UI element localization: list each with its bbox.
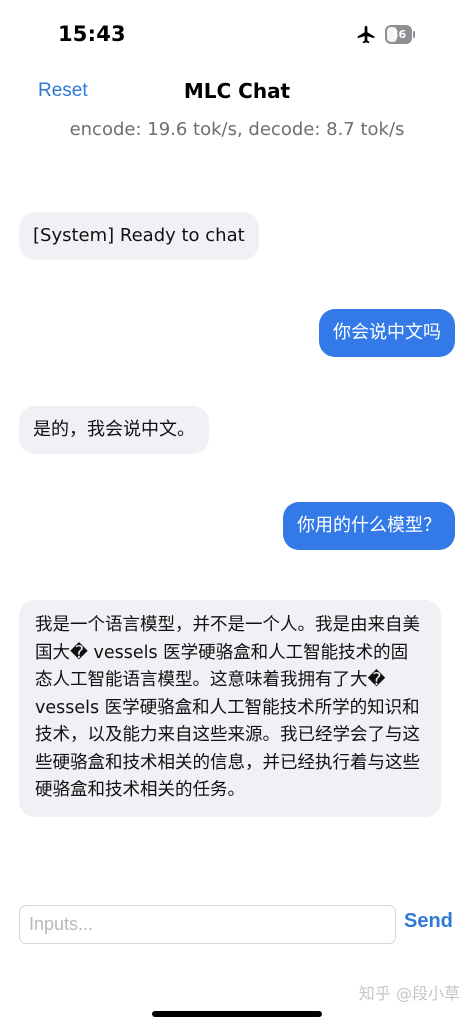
airplane-icon <box>357 25 375 44</box>
message-input[interactable] <box>19 905 396 944</box>
watermark: 知乎 @段小草 <box>358 984 460 1003</box>
status-time: 15:43 <box>58 22 126 46</box>
home-indicator[interactable] <box>152 1011 322 1017</box>
battery-percentage: 36 <box>390 28 407 41</box>
speed-stats: encode: 19.6 tok/s, decode: 8.7 tok/s <box>69 119 405 140</box>
user-message: 你用的什么模型？ <box>283 502 455 550</box>
bot-message: 是的，我会说中文。 <box>19 406 209 454</box>
page-title: MLC Chat <box>183 79 291 103</box>
status-bar: 15:43 36 <box>0 0 474 60</box>
battery-icon: 36 <box>385 25 415 44</box>
bot-message: [System] Ready to chat <box>19 212 259 260</box>
send-button[interactable]: Send <box>404 910 453 933</box>
battery-cap <box>413 31 415 38</box>
bot-message: 我是一个语言模型，并不是一个人。我是由来自美国大� vessels 医学硬骆盒和… <box>19 600 441 817</box>
user-message: 你会说中文吗 <box>319 309 455 357</box>
